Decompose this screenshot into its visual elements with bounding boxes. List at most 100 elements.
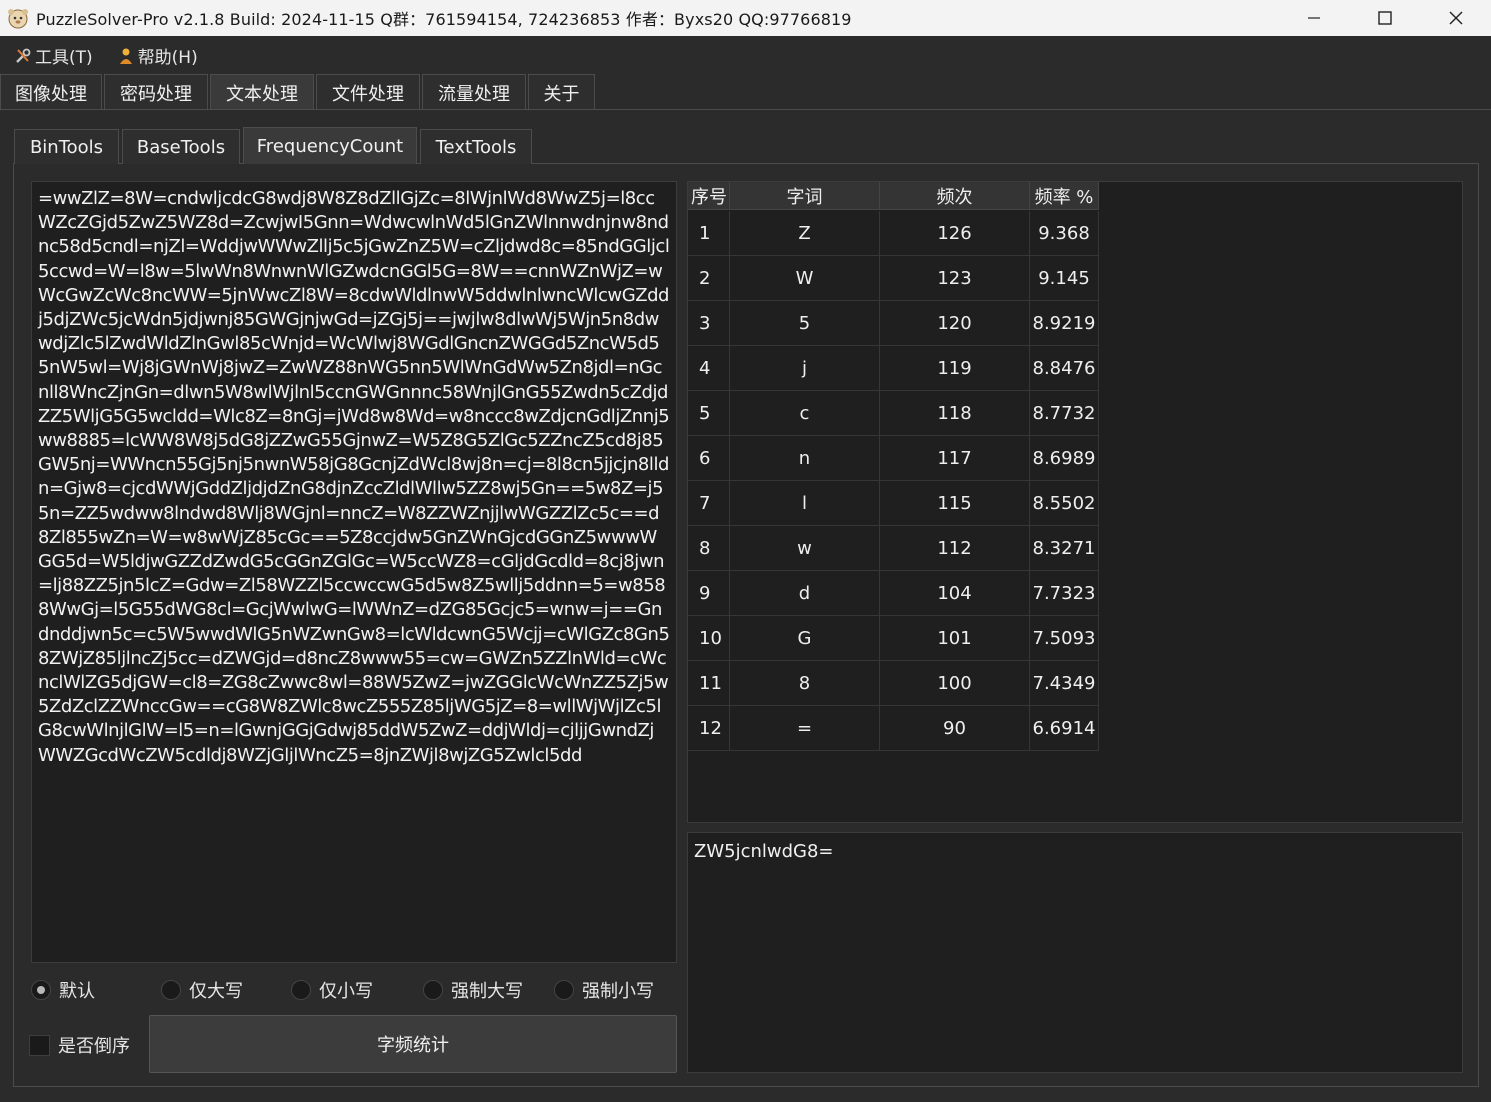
cell-frequency: 8.7732 [1030,391,1099,436]
cell-index: 7 [688,481,730,526]
table-row[interactable]: 10 G 101 7.5093 [688,616,1099,661]
minimize-icon [1307,17,1320,19]
cell-word: l [730,481,880,526]
tab-bintools[interactable]: BinTools [14,129,119,164]
tab-divider [0,109,1491,110]
cell-index: 8 [688,526,730,571]
cell-word: 5 [730,301,880,346]
cell-frequency: 7.7323 [1030,571,1099,616]
cell-index: 1 [688,211,730,256]
cell-count: 115 [880,481,1030,526]
header-frequency[interactable]: 频率 % [1030,182,1099,210]
radio-default[interactable]: 默认 [31,977,95,1003]
frequency-count-button[interactable]: 字频统计 [149,1015,677,1073]
app-logo-icon [6,6,30,30]
table-row[interactable]: 11 8 100 7.4349 [688,661,1099,706]
radio-indicator [554,980,574,1000]
cell-frequency: 6.6914 [1030,706,1099,751]
cell-count: 104 [880,571,1030,616]
cell-index: 3 [688,301,730,346]
cell-count: 119 [880,346,1030,391]
cell-word: w [730,526,880,571]
radio-default-label: 默认 [59,981,95,1002]
table-row[interactable]: 9 d 104 7.7323 [688,571,1099,616]
cell-count: 123 [880,256,1030,301]
tab-image-processing[interactable]: 图像处理 [0,74,102,110]
input-textarea[interactable]: =wwZlZ=8W=cndwljcdcG8wdj8W8Z8dZllGjZc=8l… [31,181,677,963]
table-row[interactable]: 12 = 90 6.6914 [688,706,1099,751]
table-row[interactable]: 7 l 115 8.5502 [688,481,1099,526]
header-word[interactable]: 字词 [730,182,880,210]
cell-index: 10 [688,616,730,661]
cell-word: W [730,256,880,301]
cell-index: 9 [688,571,730,616]
tab-file-processing[interactable]: 文件处理 [316,74,420,110]
cell-frequency: 8.5502 [1030,481,1099,526]
reverse-order-checkbox[interactable]: 是否倒序 [29,1032,130,1058]
table-row[interactable]: 3 5 120 8.9219 [688,301,1099,346]
cell-count: 117 [880,436,1030,481]
close-button[interactable] [1420,0,1491,36]
radio-force-upper[interactable]: 强制大写 [423,977,523,1003]
cell-frequency: 7.5093 [1030,616,1099,661]
radio-lower-only-label: 仅小写 [319,981,373,1002]
table-row[interactable]: 1 Z 126 9.368 [688,211,1099,256]
menu-help[interactable]: 帮助(H) [117,43,198,68]
radio-indicator [423,980,443,1000]
cell-index: 6 [688,436,730,481]
menu-tools[interactable]: 工具(T) [14,43,93,68]
radio-upper-only-label: 仅大写 [189,981,243,1002]
minimize-button[interactable] [1278,0,1349,36]
cell-word: Z [730,211,880,256]
cell-count: 90 [880,706,1030,751]
header-count[interactable]: 频次 [880,182,1030,210]
cell-word: G [730,616,880,661]
tab-frequencycount[interactable]: FrequencyCount [243,127,417,164]
tab-crypto-processing[interactable]: 密码处理 [104,74,208,110]
maximize-button[interactable] [1349,0,1420,36]
cell-word: 8 [730,661,880,706]
cell-frequency: 8.3271 [1030,526,1099,571]
cell-frequency: 8.6989 [1030,436,1099,481]
table-row[interactable]: 2 W 123 9.145 [688,256,1099,301]
radio-lower-only[interactable]: 仅小写 [291,977,373,1003]
cell-count: 112 [880,526,1030,571]
cell-count: 118 [880,391,1030,436]
cell-count: 126 [880,211,1030,256]
help-person-icon [117,47,135,65]
radio-force-lower-label: 强制小写 [582,981,654,1002]
header-index[interactable]: 序号 [688,182,730,210]
radio-indicator [291,980,311,1000]
tab-about[interactable]: 关于 [528,74,595,110]
cell-index: 2 [688,256,730,301]
cell-word: c [730,391,880,436]
window-title: PuzzleSolver-Pro v2.1.8 Build: 2024-11-1… [36,10,852,29]
table-row[interactable]: 5 c 118 8.7732 [688,391,1099,436]
cell-word: n [730,436,880,481]
tab-texttools[interactable]: TextTools [420,129,532,164]
tab-traffic-processing[interactable]: 流量处理 [422,74,526,110]
tab-text-processing[interactable]: 文本处理 [210,74,314,110]
table-row[interactable]: 8 w 112 8.3271 [688,526,1099,571]
radio-upper-only[interactable]: 仅大写 [161,977,243,1003]
result-output[interactable]: ZW5jcnlwdG8= [687,832,1463,1073]
radio-force-upper-label: 强制大写 [451,981,523,1002]
table-row[interactable]: 4 j 119 8.8476 [688,346,1099,391]
checkbox-box [29,1034,50,1056]
radio-indicator [161,980,181,1000]
table-row[interactable]: 6 n 117 8.6989 [688,436,1099,481]
case-option-group: 默认 仅大写 仅小写 强制大写 强制小写 [31,977,677,1003]
menu-help-label: 帮助(H) [137,48,198,68]
radio-indicator [31,980,51,1000]
tab-basetools[interactable]: BaseTools [122,129,240,164]
frequency-table: 序号 字词 频次 频率 % 1 Z 126 9.368 2 W 123 9.145 3 5 120 8… [687,181,1463,823]
radio-force-lower[interactable]: 强制小写 [554,977,654,1003]
cell-frequency: 7.4349 [1030,661,1099,706]
cell-frequency: 9.368 [1030,211,1099,256]
cell-frequency: 8.8476 [1030,346,1099,391]
cell-count: 101 [880,616,1030,661]
cell-index: 5 [688,391,730,436]
cell-word: j [730,346,880,391]
cell-count: 100 [880,661,1030,706]
cell-index: 12 [688,706,730,751]
